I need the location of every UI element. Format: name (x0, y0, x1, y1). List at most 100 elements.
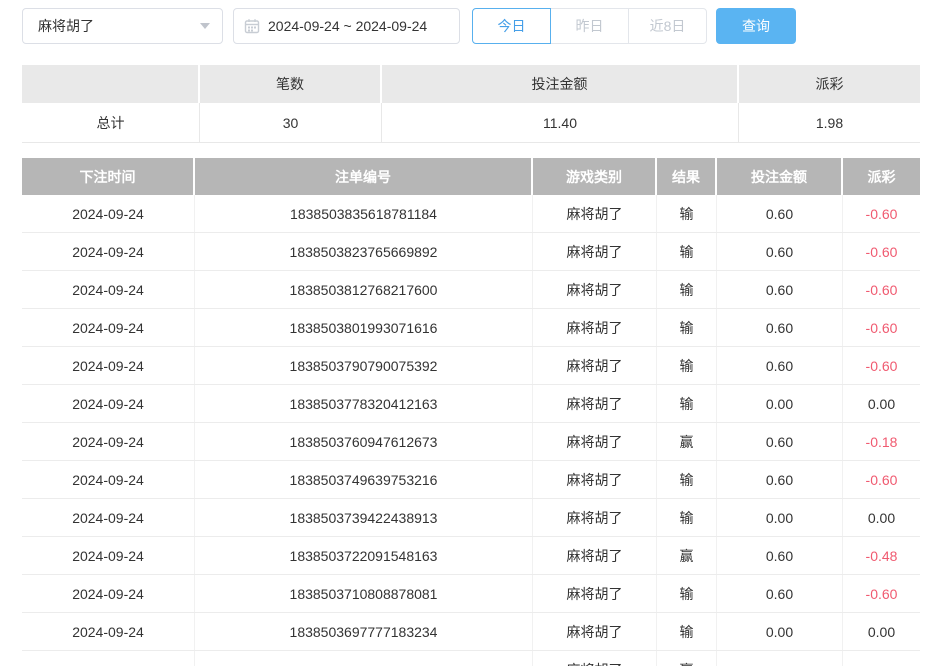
col-bet-time: 下注时间 (22, 158, 195, 195)
date-range-input[interactable]: 2024-09-24 ~ 2024-09-24 (233, 8, 460, 44)
cell-result: 输 (657, 347, 717, 384)
calendar-icon (244, 18, 260, 34)
cell-game-type: 麻将胡了 (533, 461, 657, 498)
cell-game-type: 麻将胡了 (533, 499, 657, 536)
table-row: 2024-09-24 1838503760947612673 麻将胡了 赢 0.… (22, 423, 920, 461)
cell-game-type: 麻将胡了 (533, 423, 657, 460)
table-row: 2024-09-24 1838503749639753216 麻将胡了 输 0.… (22, 461, 920, 499)
cell-bet-time: 2024-09-24 (22, 537, 195, 574)
cell-result: 输 (657, 271, 717, 308)
cell-game-type: 麻将胡了 (533, 195, 657, 232)
table-row: 2024-09-24 1838503835618781184 麻将胡了 输 0.… (22, 195, 920, 233)
cell-payout: 0.00 (843, 385, 920, 422)
cell-bet-amount: 0.60 (717, 347, 843, 384)
cell-bet-amount: 0.60 (717, 233, 843, 270)
summary-header-blank (22, 65, 200, 103)
table-row: 2024-09-24 1838503739422438913 麻将胡了 输 0.… (22, 499, 920, 537)
game-select-value: 麻将胡了 (38, 16, 94, 36)
summary-total-label: 总计 (22, 103, 200, 142)
cell-bet-amount: 0.00 (717, 613, 843, 650)
cell-bet-time: 2024-09-24 (22, 575, 195, 612)
summary-total-bet-amount: 11.40 (382, 103, 739, 142)
cell-bet-amount: 0.60 (717, 537, 843, 574)
table-row: 麻将胡了 赢 (22, 651, 920, 666)
cell-bet-time: 2024-09-24 (22, 309, 195, 346)
cell-game-type: 麻将胡了 (533, 233, 657, 270)
yesterday-button[interactable]: 昨日 (550, 8, 629, 44)
col-game-type: 游戏类别 (533, 158, 657, 195)
col-bet-number: 注单编号 (195, 158, 533, 195)
cell-bet-time: 2024-09-24 (22, 499, 195, 536)
col-payout: 派彩 (843, 158, 920, 195)
table-row: 2024-09-24 1838503778320412163 麻将胡了 输 0.… (22, 385, 920, 423)
cell-bet-time: 2024-09-24 (22, 347, 195, 384)
cell-bet-amount: 0.60 (717, 575, 843, 612)
table-row: 2024-09-24 1838503722091548163 麻将胡了 赢 0.… (22, 537, 920, 575)
cell-bet-amount: 0.60 (717, 309, 843, 346)
cell-bet-number: 1838503790790075392 (195, 347, 533, 384)
cell-bet-number: 1838503697777183234 (195, 613, 533, 650)
cell-bet-time: 2024-09-24 (22, 461, 195, 498)
cell-bet-amount: 0.60 (717, 423, 843, 460)
quick-range-group: 今日 昨日 近8日 (472, 8, 707, 44)
cell-bet-time (22, 651, 195, 666)
cell-result: 赢 (657, 537, 717, 574)
cell-result: 输 (657, 575, 717, 612)
cell-result: 赢 (657, 651, 717, 666)
cell-game-type: 麻将胡了 (533, 537, 657, 574)
cell-payout: -0.60 (843, 575, 920, 612)
summary-table: 笔数 投注金额 派彩 总计 30 11.40 1.98 (22, 65, 920, 143)
cell-result: 输 (657, 613, 717, 650)
cell-payout: -0.60 (843, 233, 920, 270)
cell-bet-amount (717, 651, 843, 666)
chevron-down-icon (200, 23, 210, 29)
cell-result: 赢 (657, 423, 717, 460)
table-row: 2024-09-24 1838503801993071616 麻将胡了 输 0.… (22, 309, 920, 347)
cell-result: 输 (657, 499, 717, 536)
cell-game-type: 麻将胡了 (533, 385, 657, 422)
cell-result: 输 (657, 195, 717, 232)
cell-game-type: 麻将胡了 (533, 651, 657, 666)
cell-bet-time: 2024-09-24 (22, 195, 195, 232)
cell-payout: 0.00 (843, 499, 920, 536)
cell-bet-time: 2024-09-24 (22, 271, 195, 308)
cell-bet-time: 2024-09-24 (22, 233, 195, 270)
cell-game-type: 麻将胡了 (533, 613, 657, 650)
cell-bet-number: 1838503778320412163 (195, 385, 533, 422)
cell-payout: -0.60 (843, 309, 920, 346)
cell-bet-amount: 0.60 (717, 461, 843, 498)
cell-bet-number: 1838503710808878081 (195, 575, 533, 612)
cell-payout: 0.00 (843, 613, 920, 650)
cell-payout: -0.18 (843, 423, 920, 460)
summary-total-count: 30 (200, 103, 382, 142)
cell-bet-time: 2024-09-24 (22, 385, 195, 422)
cell-payout (843, 651, 920, 666)
cell-payout: -0.60 (843, 347, 920, 384)
cell-bet-number: 1838503739422438913 (195, 499, 533, 536)
summary-header-row: 笔数 投注金额 派彩 (22, 65, 920, 103)
query-button[interactable]: 查询 (716, 8, 796, 44)
today-button[interactable]: 今日 (472, 8, 551, 44)
summary-header-payout: 派彩 (739, 65, 920, 103)
cell-bet-amount: 0.00 (717, 385, 843, 422)
cell-bet-amount: 0.00 (717, 499, 843, 536)
cell-bet-time: 2024-09-24 (22, 613, 195, 650)
last-8-days-button[interactable]: 近8日 (628, 8, 707, 44)
game-select[interactable]: 麻将胡了 (22, 8, 223, 44)
records-header-row: 下注时间 注单编号 游戏类别 结果 投注金额 派彩 (22, 158, 920, 195)
table-row: 2024-09-24 1838503823765669892 麻将胡了 输 0.… (22, 233, 920, 271)
cell-bet-amount: 0.60 (717, 271, 843, 308)
cell-result: 输 (657, 385, 717, 422)
cell-payout: -0.60 (843, 195, 920, 232)
cell-game-type: 麻将胡了 (533, 271, 657, 308)
table-row: 2024-09-24 1838503790790075392 麻将胡了 输 0.… (22, 347, 920, 385)
cell-game-type: 麻将胡了 (533, 347, 657, 384)
records-table: 下注时间 注单编号 游戏类别 结果 投注金额 派彩 2024-09-24 183… (22, 158, 920, 666)
betting-records-page: 麻将胡了 2024-09-24 ~ 2024-09-24 (0, 0, 950, 666)
cell-bet-number: 1838503835618781184 (195, 195, 533, 232)
cell-game-type: 麻将胡了 (533, 309, 657, 346)
cell-result: 输 (657, 461, 717, 498)
summary-total-payout: 1.98 (739, 103, 920, 142)
summary-header-count: 笔数 (200, 65, 382, 103)
table-row: 2024-09-24 1838503812768217600 麻将胡了 输 0.… (22, 271, 920, 309)
